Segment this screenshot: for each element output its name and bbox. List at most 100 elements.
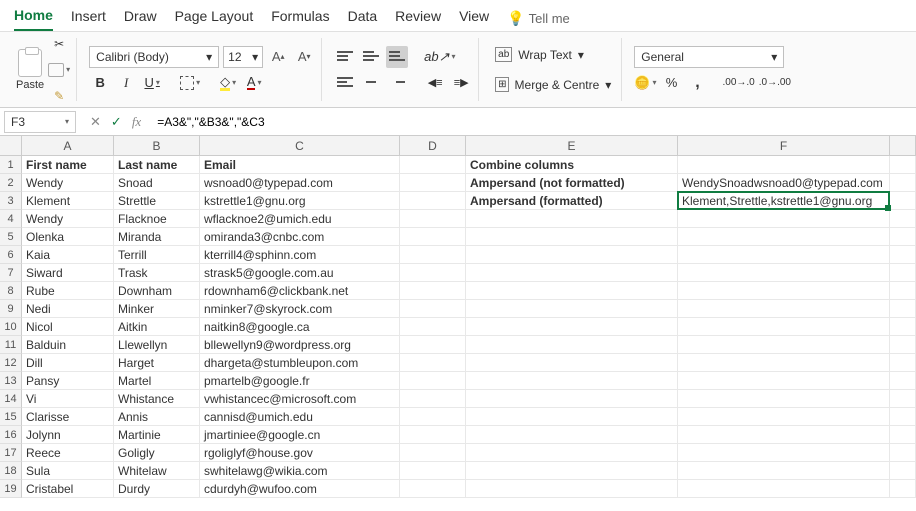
cell[interactable]: Llewellyn	[114, 336, 200, 354]
row-header[interactable]: 11	[0, 336, 22, 354]
cell[interactable]	[400, 156, 466, 174]
cell[interactable]	[678, 444, 890, 462]
cell[interactable]: naitkin8@google.ca	[200, 318, 400, 336]
cell[interactable]	[890, 156, 916, 174]
cell[interactable]: kstrettle1@gnu.org	[200, 192, 400, 210]
tab-data[interactable]: Data	[348, 8, 378, 30]
row-header[interactable]: 10	[0, 318, 22, 336]
row-header[interactable]: 5	[0, 228, 22, 246]
cell[interactable]	[466, 372, 678, 390]
cell[interactable]: Reece	[22, 444, 114, 462]
cell[interactable]: Dill	[22, 354, 114, 372]
tell-me[interactable]: 💡 Tell me	[507, 10, 570, 27]
decrease-font-button[interactable]: A▾	[293, 46, 315, 68]
bold-button[interactable]: B	[89, 72, 111, 94]
cell[interactable]	[890, 408, 916, 426]
align-bottom-button[interactable]	[386, 46, 408, 68]
cell[interactable]: kterrill4@sphinn.com	[200, 246, 400, 264]
row-header[interactable]: 2	[0, 174, 22, 192]
cell[interactable]: Cristabel	[22, 480, 114, 498]
font-size-selector[interactable]: 12▾	[223, 46, 263, 68]
col-header[interactable]: D	[400, 136, 466, 156]
name-box[interactable]: F3 ▾	[4, 111, 76, 133]
cell[interactable]	[890, 264, 916, 282]
copy-button[interactable]: ▾	[48, 59, 70, 81]
cell[interactable]: Kaia	[22, 246, 114, 264]
cell[interactable]: nminker7@skyrock.com	[200, 300, 400, 318]
cell[interactable]: Strettle	[114, 192, 200, 210]
cell[interactable]	[400, 336, 466, 354]
cell[interactable]	[678, 426, 890, 444]
cell[interactable]	[400, 300, 466, 318]
row-header[interactable]: 8	[0, 282, 22, 300]
cell[interactable]	[466, 408, 678, 426]
row-header[interactable]: 16	[0, 426, 22, 444]
row-header[interactable]: 12	[0, 354, 22, 372]
cell[interactable]: swhitelawg@wikia.com	[200, 462, 400, 480]
increase-decimal-button[interactable]: .00→.0	[722, 72, 754, 94]
cell[interactable]	[890, 354, 916, 372]
cell[interactable]: Balduin	[22, 336, 114, 354]
cell[interactable]	[890, 300, 916, 318]
comma-button[interactable]: ,	[686, 72, 708, 94]
cut-button[interactable]	[48, 33, 70, 55]
cell[interactable]	[400, 318, 466, 336]
cell[interactable]	[678, 264, 890, 282]
cell[interactable]	[400, 408, 466, 426]
cell[interactable]: wsnoad0@typepad.com	[200, 174, 400, 192]
tab-view[interactable]: View	[459, 8, 489, 30]
cell[interactable]	[890, 390, 916, 408]
cell[interactable]	[678, 390, 890, 408]
cell[interactable]	[466, 444, 678, 462]
cell[interactable]: Jolynn	[22, 426, 114, 444]
cell[interactable]	[890, 174, 916, 192]
merge-center-button[interactable]: ⊞ Merge & Centre ▾	[491, 72, 615, 98]
cell[interactable]	[466, 390, 678, 408]
cell[interactable]: Snoad	[114, 174, 200, 192]
cell[interactable]	[890, 426, 916, 444]
wrap-text-button[interactable]: ab Wrap Text ▾	[491, 42, 615, 68]
cell[interactable]	[400, 192, 466, 210]
tab-insert[interactable]: Insert	[71, 8, 106, 30]
cell[interactable]	[678, 210, 890, 228]
col-header[interactable]	[890, 136, 916, 156]
format-painter-button[interactable]	[48, 85, 70, 107]
cell[interactable]: Minker	[114, 300, 200, 318]
cell[interactable]: WendySnoadwsnoad0@typepad.com	[678, 174, 890, 192]
cell[interactable]: Clarisse	[22, 408, 114, 426]
cell[interactable]	[466, 480, 678, 498]
align-right-button[interactable]	[386, 72, 408, 94]
borders-button[interactable]: ▾	[179, 72, 201, 94]
cell[interactable]: omiranda3@cnbc.com	[200, 228, 400, 246]
cell[interactable]: Durdy	[114, 480, 200, 498]
cell[interactable]	[400, 390, 466, 408]
cell[interactable]	[678, 282, 890, 300]
cells-area[interactable]: First name Last name Email Combine colum…	[22, 156, 916, 498]
cell[interactable]	[890, 480, 916, 498]
cell[interactable]	[466, 354, 678, 372]
cell[interactable]	[466, 300, 678, 318]
cell[interactable]	[678, 480, 890, 498]
cell[interactable]: Olenka	[22, 228, 114, 246]
cell[interactable]: Pansy	[22, 372, 114, 390]
cell[interactable]	[678, 300, 890, 318]
cell[interactable]	[890, 444, 916, 462]
cell[interactable]: Trask	[114, 264, 200, 282]
cell[interactable]	[400, 354, 466, 372]
cell[interactable]: Nicol	[22, 318, 114, 336]
number-format-selector[interactable]: General▾	[634, 46, 784, 68]
cell[interactable]	[678, 408, 890, 426]
tab-review[interactable]: Review	[395, 8, 441, 30]
currency-button[interactable]: 🪙▾	[634, 72, 656, 94]
cell[interactable]: rdownham6@clickbank.net	[200, 282, 400, 300]
cell[interactable]: Wendy	[22, 210, 114, 228]
decrease-indent-button[interactable]: ◀≡	[424, 72, 446, 94]
cell[interactable]	[400, 174, 466, 192]
cell[interactable]: Klement,Strettle,kstrettle1@gnu.org	[678, 192, 890, 210]
cell[interactable]	[466, 318, 678, 336]
row-header[interactable]: 3	[0, 192, 22, 210]
align-middle-button[interactable]	[360, 46, 382, 68]
cell[interactable]	[890, 246, 916, 264]
cell[interactable]	[466, 228, 678, 246]
cell[interactable]	[890, 336, 916, 354]
